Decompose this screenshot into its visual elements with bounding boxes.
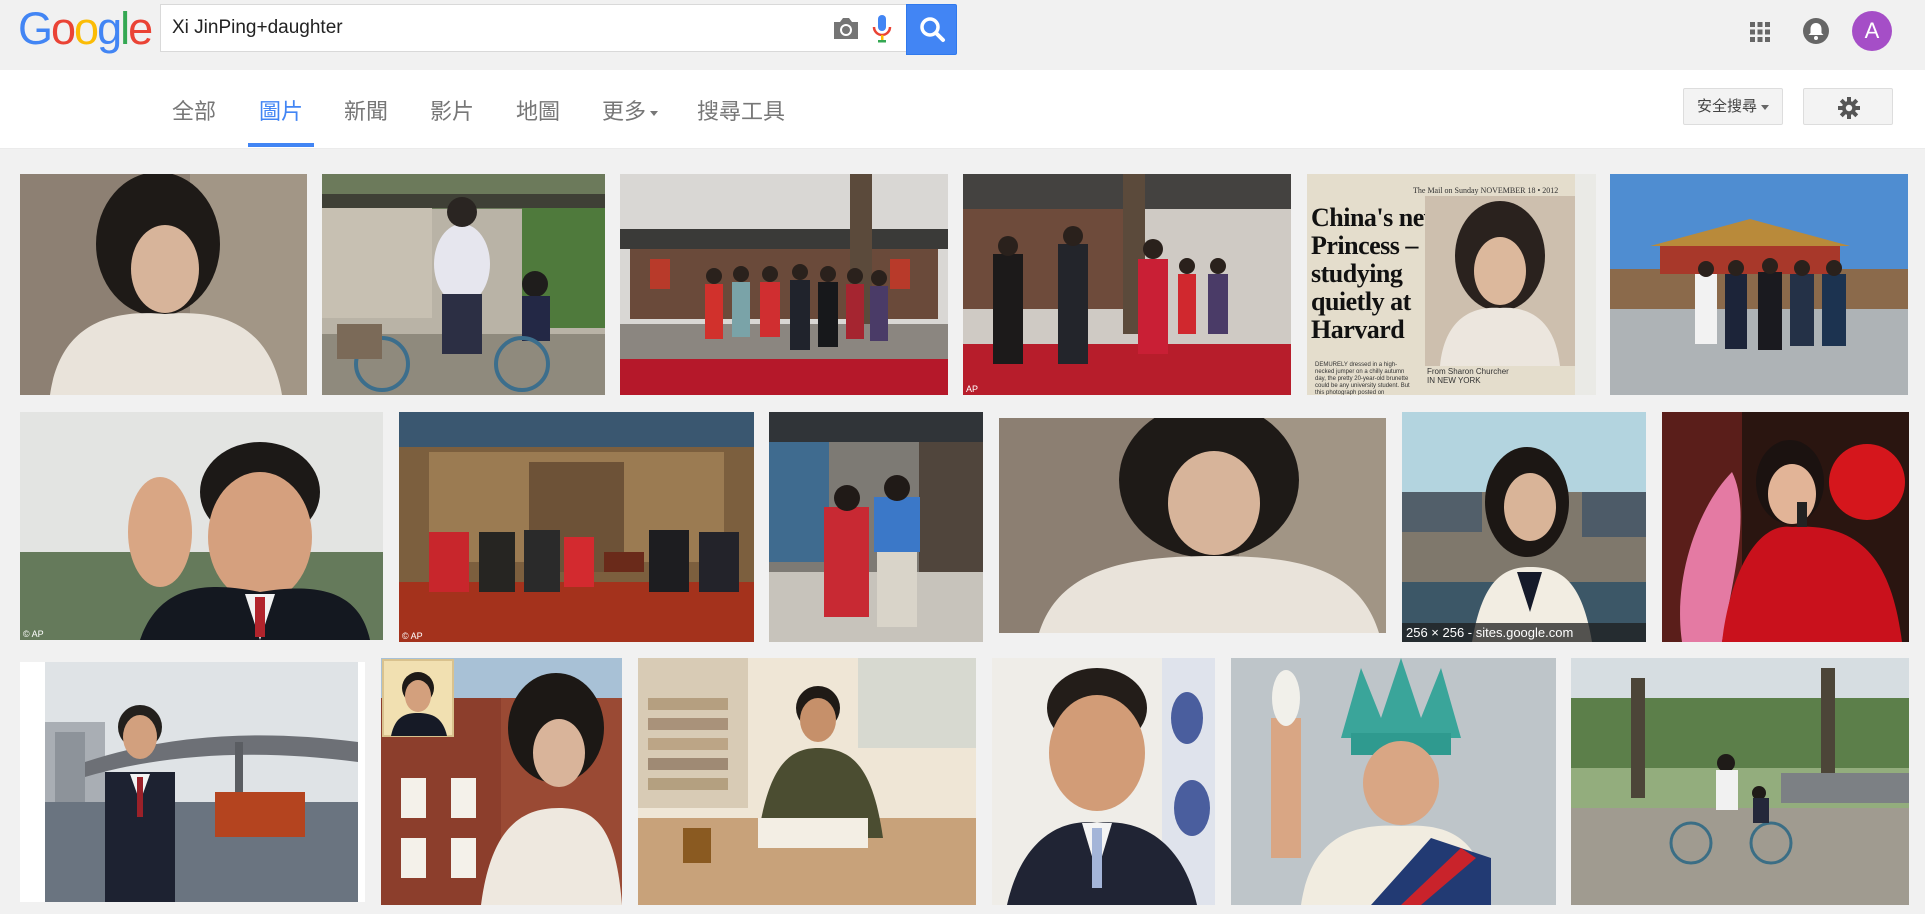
image-watermark: © AP [23,629,44,639]
tab-news[interactable]: 新聞 [344,94,388,144]
headline-line: quietly at [1311,287,1411,316]
notifications-bell-icon[interactable] [1802,17,1830,45]
tab-more-label: 更多 [602,99,647,124]
headline-line: China's new [1311,203,1443,232]
tab-more[interactable]: 更多 [602,94,659,144]
byline-location: IN NEW YORK [1427,376,1481,385]
image-result[interactable]: © AP [20,412,383,640]
search-tabs-bar: 全部 圖片 新聞 影片 地圖 更多 搜尋工具 安全搜尋 [0,70,1925,149]
apps-grid-icon[interactable] [1749,21,1771,43]
account-avatar[interactable]: A [1852,11,1892,51]
active-tab-indicator [248,143,314,147]
headline-line: Princess – [1311,231,1418,260]
newspaper-byline: From Sharon Churcher IN NEW YORK [1427,367,1509,385]
tab-videos[interactable]: 影片 [430,94,474,144]
image-result[interactable] [1231,658,1556,905]
image-result[interactable] [381,658,622,905]
byline-name: From Sharon Churcher [1427,367,1509,376]
tab-search-tools[interactable]: 搜尋工具 [697,94,785,144]
tab-maps[interactable]: 地圖 [516,94,560,144]
search-button[interactable] [906,4,957,55]
gear-icon [1838,97,1860,119]
search-box [160,4,907,52]
google-logo[interactable]: Google [18,6,153,51]
image-result[interactable] [1662,412,1909,642]
image-result[interactable] [1610,174,1908,395]
image-result[interactable] [20,662,365,902]
newspaper-headline: China's new Princess – studying quietly … [1311,203,1443,344]
search-input[interactable] [172,15,792,41]
image-result[interactable] [322,174,605,395]
image-result[interactable] [20,174,307,395]
safe-search-label: 安全搜尋 [1696,98,1757,115]
newspaper-masthead: The Mail on Sunday NOVEMBER 18 • 2012 [1413,186,1559,195]
logo-letter: o [74,3,99,54]
logo-letter: l [120,3,130,54]
search-icon [920,17,945,42]
chevron-down-icon [650,110,659,116]
image-result[interactable] [992,658,1215,905]
image-result[interactable]: 256 × 256 - sites.google.com [1402,412,1646,642]
image-result[interactable]: The Mail on Sunday NOVEMBER 18 • 2012 Ch… [1307,174,1596,395]
tab-all[interactable]: 全部 [172,94,216,144]
image-result[interactable]: © AP [399,412,754,642]
settings-button[interactable] [1803,88,1893,125]
logo-letter: e [128,3,153,54]
logo-letter: G [18,3,53,54]
tab-images[interactable]: 圖片 [259,94,303,144]
image-result[interactable]: AP [963,174,1291,395]
top-bar: Google Xi JinPing+daughter A [0,0,1925,70]
image-result[interactable] [1571,658,1909,905]
headline-line: studying [1311,259,1403,288]
chevron-down-icon [1761,104,1769,110]
microphone-icon[interactable] [872,14,892,44]
safe-search-button[interactable]: 安全搜尋 [1683,88,1783,125]
newspaper-body: DEMURELY dressed in a high-necked jumper… [1315,362,1410,395]
image-result[interactable] [769,412,983,642]
camera-icon[interactable] [831,16,861,42]
image-result[interactable] [999,418,1386,633]
image-watermark: AP [966,384,979,394]
image-result[interactable] [620,174,948,395]
logo-letter: o [51,3,76,54]
image-size-caption: 256 × 256 - sites.google.com [1402,623,1646,642]
logo-letter: g [97,3,122,54]
image-watermark: © AP [402,631,423,641]
image-result[interactable] [638,658,976,905]
headline-line: Harvard [1311,315,1405,344]
